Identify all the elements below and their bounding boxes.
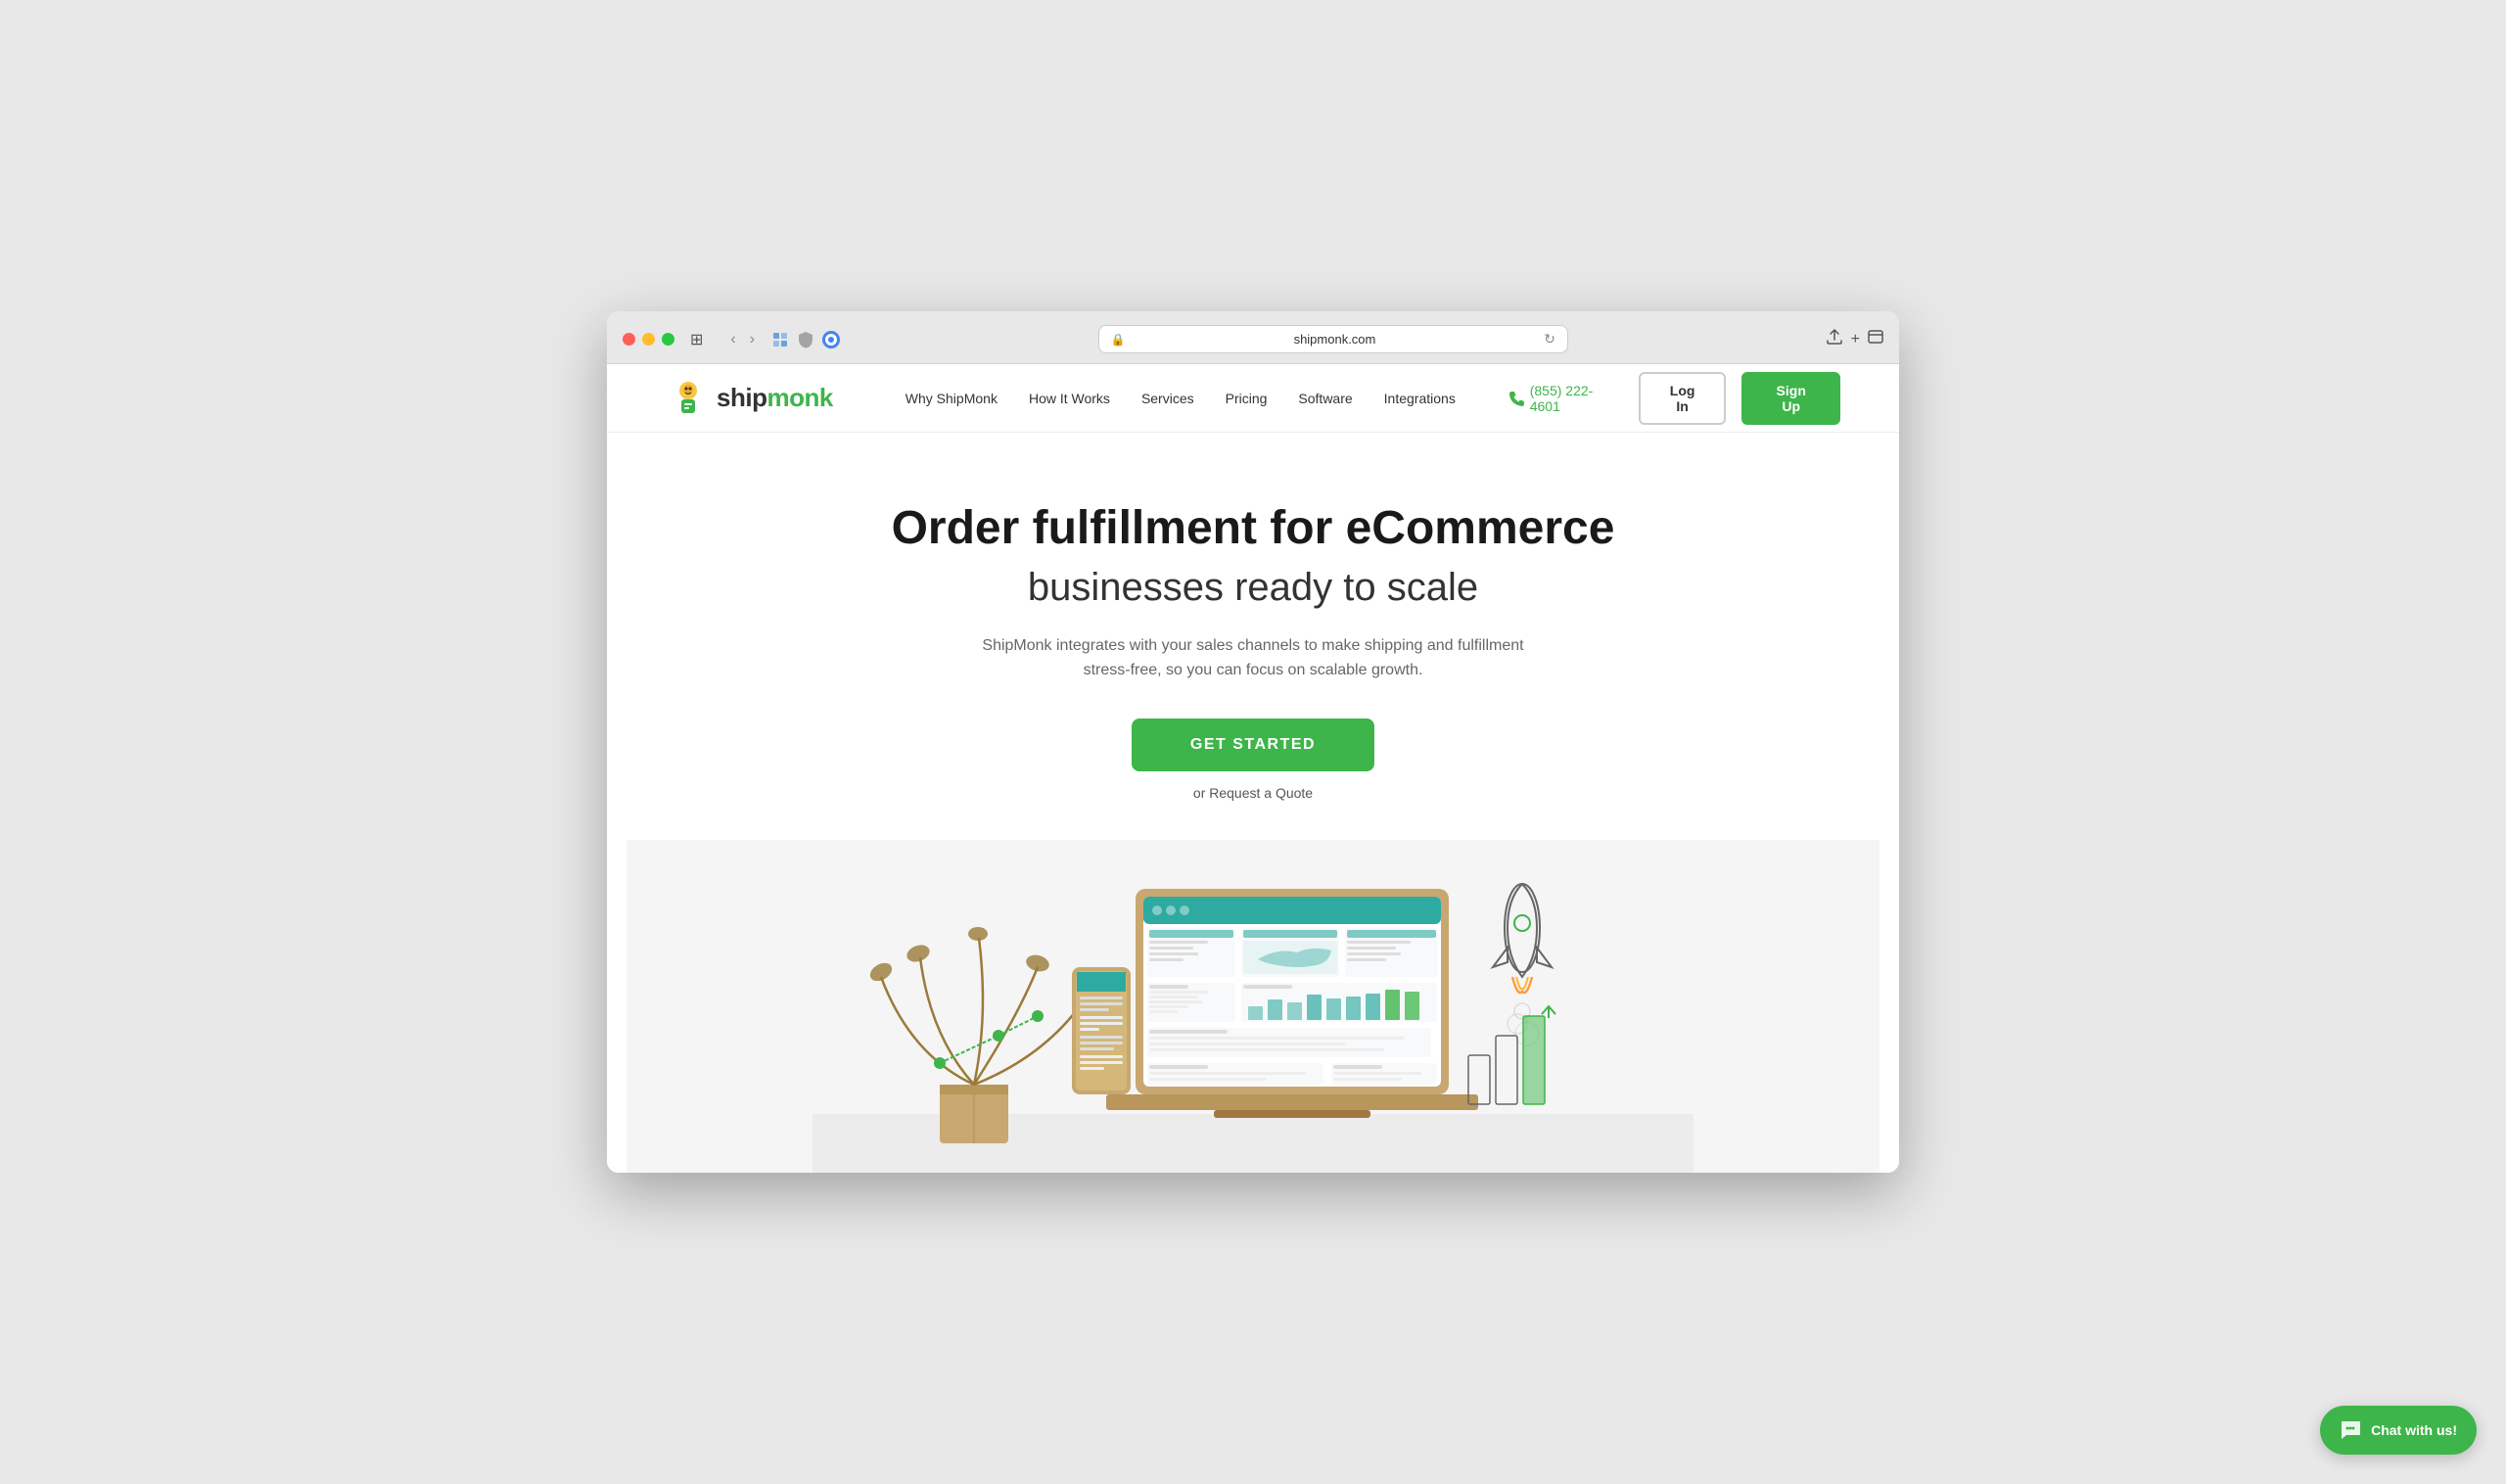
close-button[interactable] [623, 333, 635, 346]
address-bar[interactable]: 🔒 shipmonk.com ↻ [1098, 325, 1568, 353]
forward-button[interactable]: › [746, 329, 759, 350]
logo-link[interactable]: shipmonk [666, 376, 833, 421]
chat-widget-label: Chat with us! [2371, 1422, 2457, 1438]
nav-right: (855) 222-4601 Log In Sign Up [1508, 372, 1840, 425]
nav-link-integrations[interactable]: Integrations [1370, 383, 1469, 414]
login-button[interactable]: Log In [1639, 372, 1727, 425]
reload-button[interactable]: ↻ [1544, 331, 1555, 348]
minimize-button[interactable] [642, 333, 655, 346]
chat-bubble-icon [2340, 1419, 2361, 1441]
traffic-lights [623, 333, 674, 346]
navigation-bar: shipmonk Why ShipMonk How It Works Servi… [607, 364, 1899, 433]
browser-controls: ‹ › [726, 329, 759, 350]
nav-links: Why ShipMonk How It Works Services Prici… [892, 383, 1469, 414]
back-button[interactable]: ‹ [726, 329, 739, 350]
website-content: shipmonk Why ShipMonk How It Works Servi… [607, 364, 1899, 1172]
hero-description: ShipMonk integrates with your sales chan… [979, 633, 1527, 683]
logo-text: shipmonk [717, 383, 833, 413]
browser-titlebar: ⊞ ‹ › [607, 311, 1899, 364]
new-tab-button[interactable]: + [1851, 331, 1860, 348]
phone-number: (855) 222-4601 [1530, 383, 1623, 414]
hero-section: Order fulfillment for eCommerce business… [607, 433, 1899, 1172]
phone-icon [1508, 391, 1524, 406]
tabs-overview-button[interactable] [1868, 330, 1883, 348]
logo-icon [666, 376, 711, 421]
blocky-icon[interactable] [770, 330, 790, 349]
nav-link-software[interactable]: Software [1284, 383, 1366, 414]
chat-widget[interactable]: Chat with us! [2320, 1406, 2477, 1455]
browser-window: ⊞ ‹ › [607, 311, 1899, 1172]
hero-subheadline: businesses ready to scale [626, 566, 1880, 610]
nav-link-how[interactable]: How It Works [1015, 383, 1124, 414]
nav-link-pricing[interactable]: Pricing [1212, 383, 1281, 414]
extension-icons [770, 330, 841, 349]
grecaptcha-icon[interactable] [821, 330, 841, 349]
nav-link-why[interactable]: Why ShipMonk [892, 383, 1011, 414]
hero-illustration [626, 840, 1880, 1173]
nav-link-services[interactable]: Services [1128, 383, 1208, 414]
hero-headline: Order fulfillment for eCommerce [626, 501, 1880, 555]
address-text: shipmonk.com [1134, 332, 1536, 347]
sidebar-toggle-button[interactable]: ⊞ [686, 328, 707, 351]
shield-icon[interactable] [796, 330, 815, 349]
share-button[interactable] [1826, 328, 1843, 350]
illustration-svg [626, 840, 1880, 1173]
browser-actions: + [1826, 328, 1883, 350]
logo-ship: ship [717, 383, 766, 412]
signup-button[interactable]: Sign Up [1741, 372, 1840, 425]
fullscreen-button[interactable] [662, 333, 674, 346]
phone-link[interactable]: (855) 222-4601 [1508, 383, 1623, 414]
get-started-button[interactable]: GET STARTED [1132, 719, 1374, 771]
logo-monk: monk [766, 383, 832, 412]
lock-icon: 🔒 [1111, 333, 1126, 347]
request-quote-link[interactable]: or Request a Quote [626, 785, 1880, 801]
